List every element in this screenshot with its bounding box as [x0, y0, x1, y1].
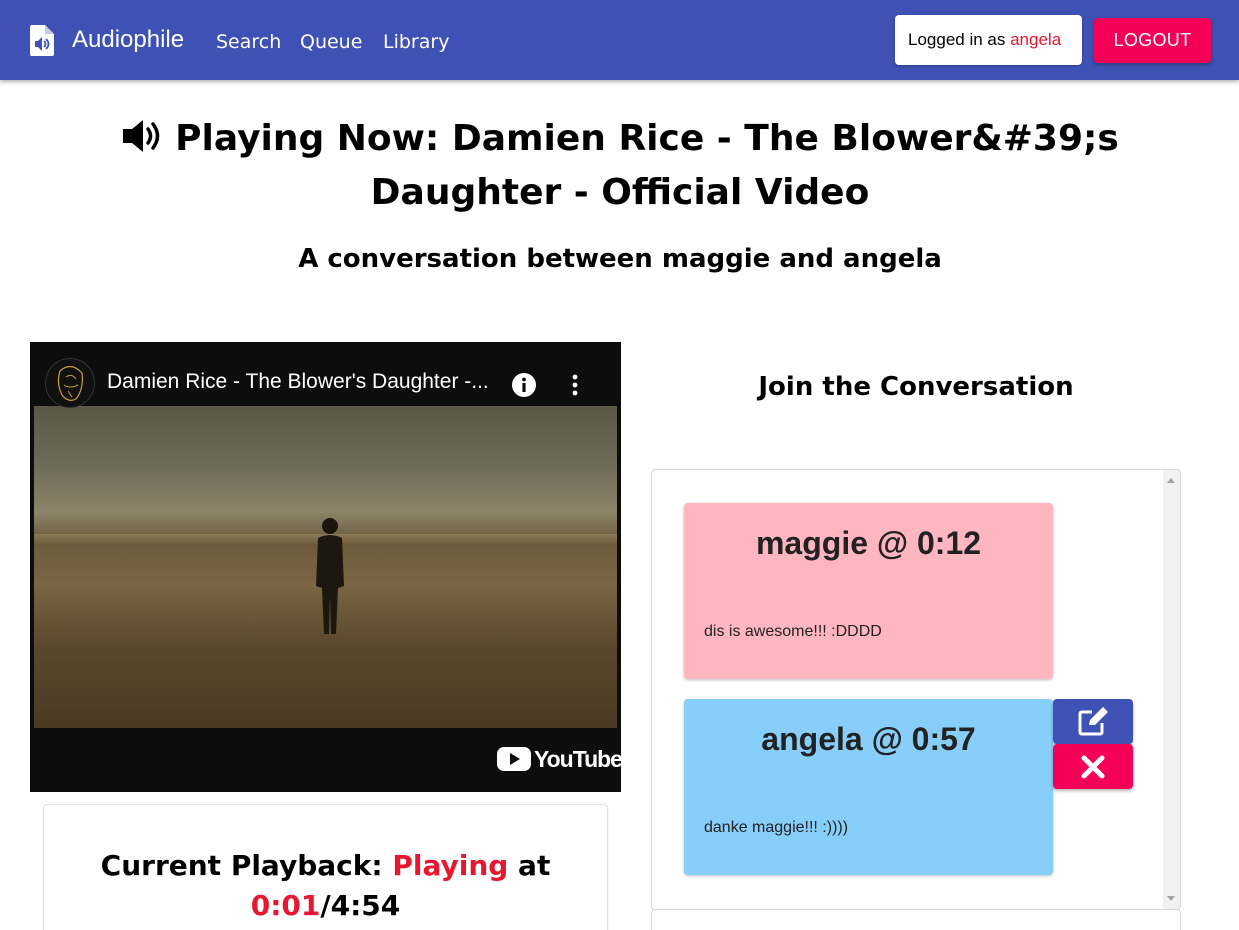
video-person-figure	[316, 518, 344, 634]
delete-comment-button[interactable]	[1053, 744, 1133, 789]
playback-state: Playing	[392, 849, 509, 882]
comment-card: maggie @ 0:12 dis is awesome!!! :DDDD	[684, 503, 1053, 679]
playback-at: at	[508, 849, 551, 882]
nav-queue[interactable]: Queue	[300, 31, 362, 53]
playback-separator: /	[320, 889, 331, 922]
page-title-text: Playing Now: Damien Rice - The Blower&#3…	[175, 118, 1119, 213]
edit-icon	[1078, 706, 1108, 735]
app-bar: Audiophile Search Queue Library Logged i…	[0, 0, 1239, 80]
playback-status-line: Current Playback: Playing at	[44, 849, 607, 882]
nav-search[interactable]: Search	[216, 31, 281, 53]
conversation-scrollbar[interactable]	[1163, 470, 1180, 909]
brand-name[interactable]: Audiophile	[72, 26, 184, 54]
close-icon	[1081, 755, 1105, 778]
login-status: Logged in as angela	[895, 15, 1082, 65]
speaker-icon	[123, 120, 160, 152]
playback-label: Current Playback:	[100, 849, 393, 882]
comment-header: angela @ 0:57	[761, 721, 976, 757]
playback-time-line: 0:01/4:54	[44, 889, 607, 922]
scroll-down-arrow-icon[interactable]	[1167, 896, 1175, 901]
audio-file-icon[interactable]	[30, 25, 54, 56]
more-options-icon[interactable]	[568, 372, 582, 398]
comment-text: danke maggie!!! :))))	[704, 819, 849, 836]
channel-logo-icon	[57, 365, 83, 401]
conversation-panel[interactable]: maggie @ 0:12 dis is awesome!!! :DDDD an…	[651, 469, 1181, 910]
channel-avatar[interactable]	[45, 358, 95, 408]
edit-comment-button[interactable]	[1053, 699, 1133, 744]
conversation-heading: Join the Conversation	[758, 372, 1074, 402]
video-player[interactable]: Damien Rice - The Blower's Daughter -...…	[30, 342, 621, 792]
playback-duration: 4:54	[330, 889, 401, 922]
youtube-logo[interactable]: YouTube	[497, 744, 621, 774]
nav-library[interactable]: Library	[383, 31, 449, 53]
page-title: Playing Now: Damien Rice - The Blower&#3…	[30, 112, 1210, 220]
conversation-subtitle: A conversation between maggie and angela	[298, 244, 942, 274]
login-prefix: Logged in as	[908, 30, 1011, 49]
playback-current-time: 0:01	[250, 889, 321, 922]
playback-card: Current Playback: Playing at 0:01/4:54	[43, 804, 608, 930]
login-username: angela	[1010, 30, 1062, 49]
video-frame[interactable]	[34, 406, 617, 728]
info-icon[interactable]	[511, 372, 537, 398]
video-title[interactable]: Damien Rice - The Blower's Daughter -...	[107, 370, 489, 394]
comment-input-panel[interactable]	[651, 909, 1181, 930]
comment-card: angela @ 0:57 danke maggie!!! :))))	[684, 699, 1053, 875]
scroll-up-arrow-icon[interactable]	[1167, 478, 1175, 483]
comment-header: maggie @ 0:12	[755, 525, 982, 561]
youtube-wordmark: YouTube	[534, 746, 621, 772]
logout-button[interactable]: LOGOUT	[1094, 18, 1211, 63]
comment-text: dis is awesome!!! :DDDD	[704, 623, 882, 640]
